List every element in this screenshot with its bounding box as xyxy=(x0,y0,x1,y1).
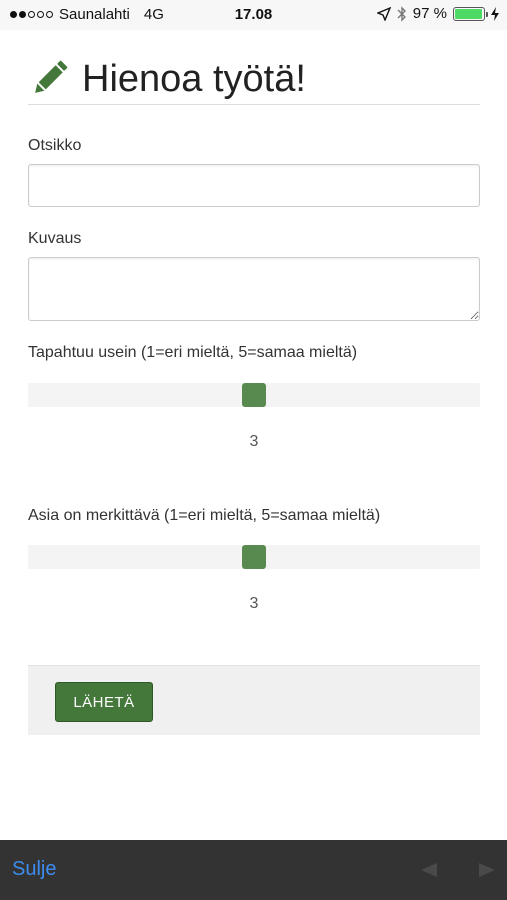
forward-arrow-icon[interactable] xyxy=(478,862,496,878)
frequency-slider[interactable] xyxy=(28,383,480,407)
back-arrow-icon[interactable] xyxy=(420,862,438,878)
location-icon xyxy=(376,6,391,21)
submit-button[interactable]: LÄHETÄ xyxy=(55,682,153,722)
frequency-slider-label: Tapahtuu usein (1=eri mieltä, 5=samaa mi… xyxy=(28,344,358,361)
status-right: 97 % xyxy=(376,5,499,22)
significance-slider-handle[interactable] xyxy=(242,545,266,569)
charging-icon xyxy=(491,6,499,21)
otsikko-input[interactable] xyxy=(28,164,480,207)
significance-slider-value: 3 xyxy=(249,595,259,612)
frequency-slider-value: 3 xyxy=(249,433,259,450)
status-bar: Saunalahti 4G 17.08 97 % xyxy=(0,0,507,30)
main-content: Hienoa työtä! Otsikko Kuvaus Tapahtuu us… xyxy=(28,30,480,735)
page-title: Hienoa työtä! xyxy=(82,58,306,100)
otsikko-label: Otsikko xyxy=(28,137,82,154)
kuvaus-label: Kuvaus xyxy=(28,230,82,247)
page-header: Hienoa työtä! xyxy=(28,30,480,105)
bluetooth-icon xyxy=(397,5,406,22)
frequency-slider-handle[interactable] xyxy=(242,383,266,407)
battery-icon xyxy=(453,6,488,21)
bottom-toolbar: Sulje xyxy=(0,840,507,900)
battery-percent: 97 % xyxy=(412,5,447,22)
significance-slider-label: Asia on merkittävä (1=eri mieltä, 5=sama… xyxy=(28,507,381,524)
pencil-icon xyxy=(35,60,68,93)
kuvaus-textarea[interactable] xyxy=(28,257,480,321)
close-button[interactable]: Sulje xyxy=(12,858,56,881)
form-actions: LÄHETÄ xyxy=(28,665,480,735)
significance-slider[interactable] xyxy=(28,545,480,569)
